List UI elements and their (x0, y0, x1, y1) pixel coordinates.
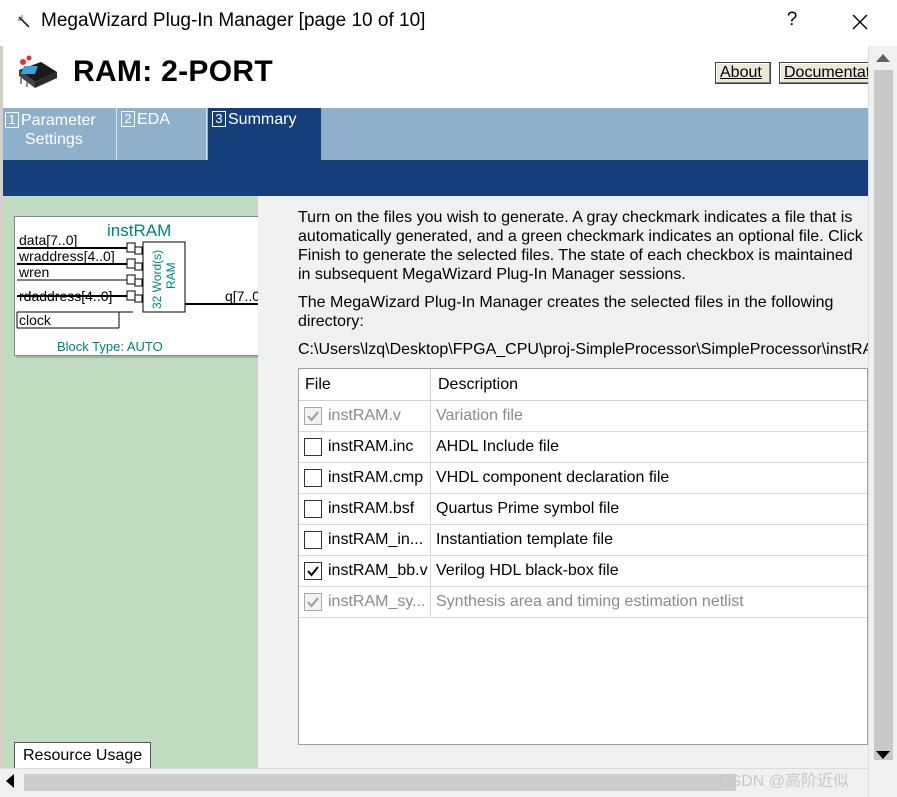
table-header: File Description (299, 369, 867, 401)
table-row: instRAM.cmp VHDL component declaration f… (299, 463, 867, 494)
checkmark-icon (307, 411, 319, 422)
vertical-scroll-thumb[interactable] (874, 70, 893, 760)
port-clock: clock (19, 312, 52, 328)
scroll-up-arrow-icon[interactable] (876, 54, 890, 62)
file-name: instRAM_sy... (328, 593, 426, 610)
tab-number: 3 (212, 111, 226, 127)
table-row: instRAM_in... Instantiation template fil… (299, 525, 867, 556)
port-data: data[7..0] (19, 232, 77, 248)
file-description: VHDL component declaration file (436, 469, 670, 486)
table-row: instRAM.v Variation file (299, 401, 867, 432)
wand-icon (18, 15, 30, 28)
file-name: instRAM.cmp (328, 469, 424, 486)
symbol-instance-name: instRAM (107, 221, 171, 240)
scroll-down-arrow-icon[interactable] (876, 751, 890, 759)
tab-label: EDA (137, 111, 170, 128)
file-list-table: File Description instRAM.v Variation fil… (298, 368, 868, 745)
tab-parameter-settings[interactable]: 1 Parameter Settings (3, 108, 117, 160)
vertical-scrollbar[interactable] (868, 46, 897, 797)
directory-intro-text: The MegaWizard Plug-In Manager creates t… (298, 294, 834, 330)
window-title: MegaWizard Plug-In Manager [page 10 of 1… (41, 10, 426, 31)
ram-symbol-preview: instRAM data[7..0] wraddress[4..0] wren … (14, 216, 272, 356)
port-wraddress: wraddress[4..0] (18, 248, 115, 264)
port-rdaddress: rdaddress[4..0] (19, 288, 112, 304)
file-description: Variation file (436, 407, 523, 424)
port-wren: wren (18, 264, 49, 280)
resource-usage-button[interactable]: Resource Usage (14, 742, 151, 769)
watermark-text: CSDN @高阶近似 (719, 773, 850, 790)
file-checkbox[interactable] (304, 593, 322, 611)
cell-divider (430, 494, 431, 525)
file-description: Quartus Prime symbol file (436, 500, 620, 517)
file-checkbox[interactable] (304, 469, 322, 487)
wizard-header: RAM: 2-PORT About Documentation (3, 46, 873, 108)
file-description: Instantiation template file (436, 531, 613, 548)
file-checkbox[interactable] (304, 438, 322, 456)
block-type-label: Block Type: AUTO (57, 339, 163, 354)
file-checkbox[interactable] (304, 407, 322, 425)
megawizard-chip-icon (19, 55, 57, 88)
column-header-description[interactable]: Description (438, 376, 518, 394)
file-checkbox[interactable] (304, 562, 322, 580)
file-description: Verilog HDL black-box file (436, 562, 619, 579)
cell-divider (430, 587, 431, 618)
about-button[interactable]: About (715, 62, 771, 84)
tab-summary[interactable]: 3 Summary (208, 108, 321, 160)
horizontal-scroll-thumb[interactable] (24, 774, 736, 791)
table-row: instRAM_bb.v Verilog HDL black-box file (299, 556, 867, 587)
cell-divider (430, 463, 431, 494)
file-description: AHDL Include file (436, 438, 560, 455)
tab-strip: 1 Parameter Settings 2 EDA 3 Summary (3, 108, 868, 160)
tab-label: Summary (228, 111, 297, 128)
table-row: instRAM.bsf Quartus Prime symbol file (299, 494, 867, 525)
scroll-left-arrow-icon[interactable] (6, 774, 14, 788)
block-label-words: 32 Word(s) (150, 250, 164, 309)
help-button[interactable]: ? (782, 9, 802, 31)
cell-divider (430, 556, 431, 587)
tab-label-line2: Settings (25, 131, 83, 148)
page-heading: RAM: 2-PORT (73, 55, 273, 88)
cell-divider (430, 525, 431, 556)
documentation-button[interactable]: Documentation (779, 62, 873, 84)
file-checkbox[interactable] (304, 500, 322, 518)
output-directory-path: C:\Users\lzq\Desktop\FPGA_CPU\proj-Simpl… (298, 341, 868, 358)
tab-content-banner (3, 160, 868, 196)
title-bar: MegaWizard Plug-In Manager [page 10 of 1… (0, 0, 897, 46)
column-divider[interactable] (430, 369, 431, 401)
table-row: instRAM.inc AHDL Include file (299, 432, 867, 463)
column-header-file[interactable]: File (305, 376, 331, 394)
close-icon[interactable] (848, 10, 872, 34)
summary-intro-text: Turn on the files you wish to generate. … (298, 209, 863, 283)
file-name: instRAM.v (328, 407, 401, 424)
file-name: instRAM.inc (328, 438, 414, 455)
checkmark-icon (307, 597, 319, 608)
file-name: instRAM_bb.v (328, 562, 428, 579)
file-name: instRAM.bsf (328, 500, 415, 517)
tab-label: Parameter (21, 112, 96, 129)
tab-number: 1 (5, 112, 19, 128)
table-row: instRAM_sy... Synthesis area and timing … (299, 587, 867, 618)
block-label-ram: RAM (164, 262, 178, 289)
tab-number: 2 (121, 111, 135, 127)
file-checkbox[interactable] (304, 531, 322, 549)
file-description: Synthesis area and timing estimation net… (436, 593, 744, 610)
cell-divider (430, 432, 431, 463)
file-name: instRAM_in... (328, 531, 424, 548)
checkmark-icon (307, 566, 319, 577)
tab-eda[interactable]: 2 EDA (117, 108, 207, 160)
cell-divider (430, 401, 431, 432)
